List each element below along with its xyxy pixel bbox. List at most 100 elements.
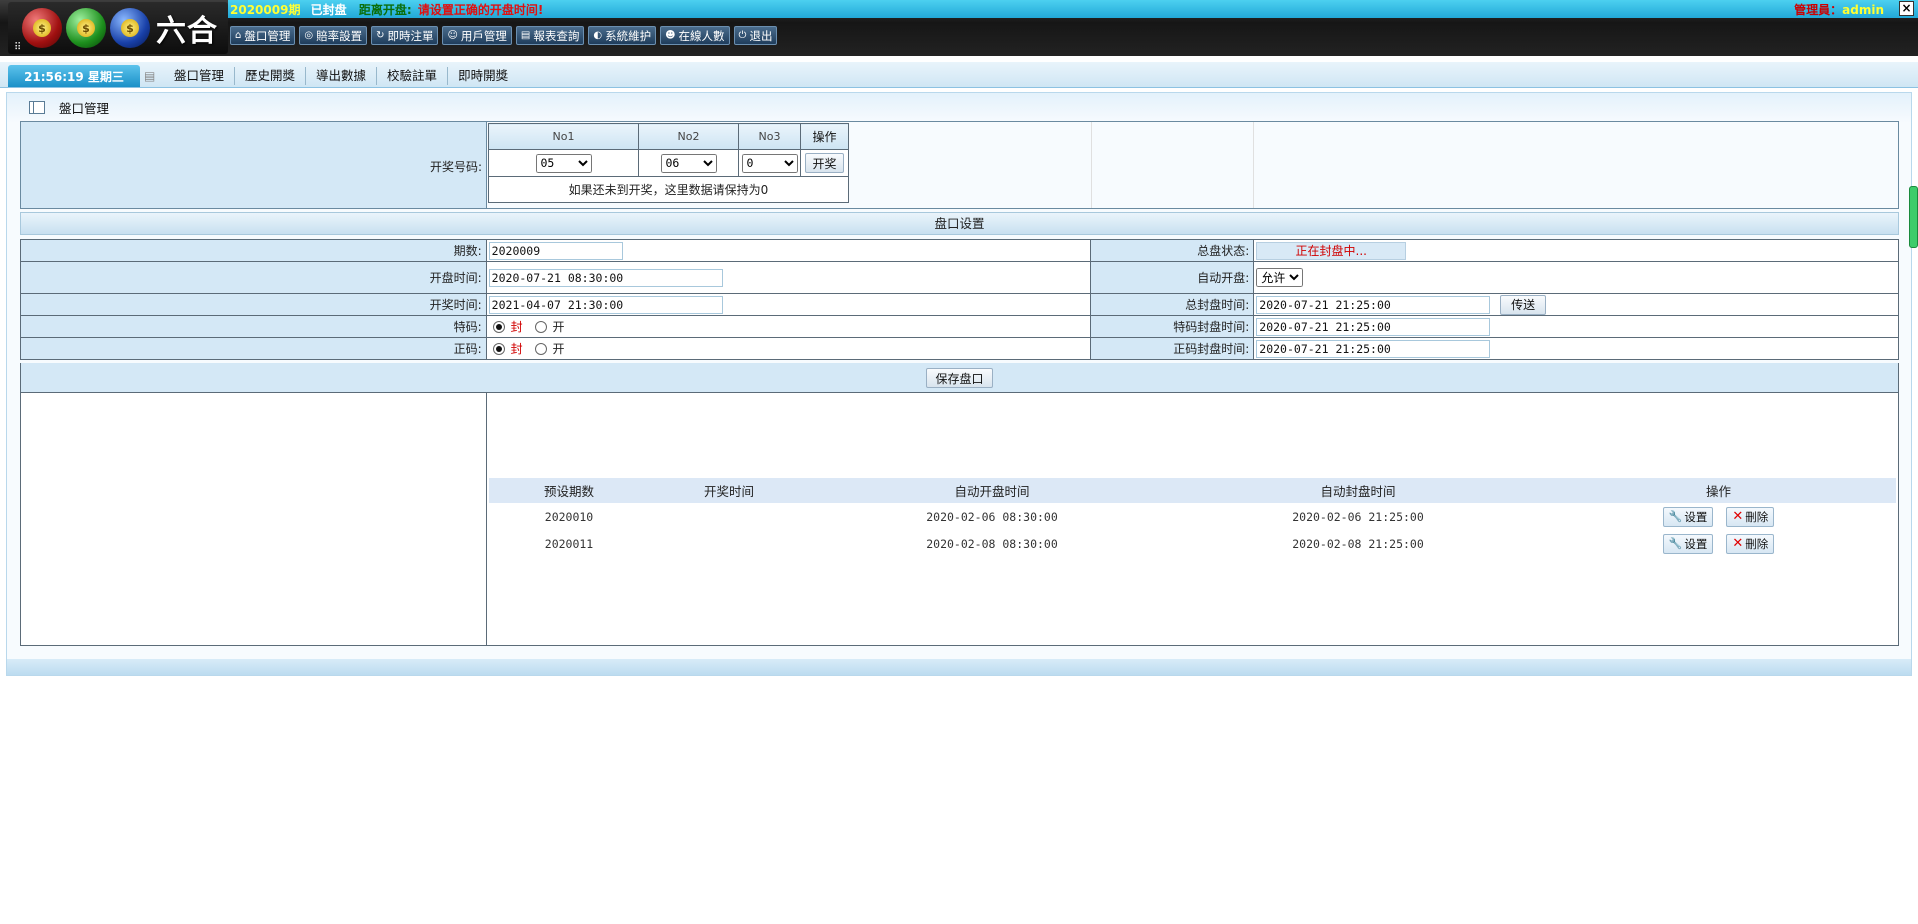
row-period: 2020011 — [544, 536, 594, 551]
clock: 21:56:19 星期三 — [8, 65, 140, 87]
delete-label: 刪除 — [1745, 536, 1769, 551]
no3-cell: 0 — [738, 149, 801, 177]
delete-button[interactable]: ✕ 刪除 — [1726, 533, 1775, 554]
special-closed-label: 封 — [510, 320, 523, 334]
admin-label: 管理員： — [1794, 3, 1843, 17]
no1-select[interactable]: 05 — [535, 153, 592, 173]
page-title: 盤口管理 — [59, 100, 110, 116]
col-preset-period: 预设期数 — [489, 478, 649, 503]
normal-close-cell — [1253, 337, 1899, 360]
panel-footer — [7, 659, 1911, 675]
open-time-input[interactable] — [488, 268, 723, 287]
draw-label-cell: 开奖号码: — [21, 122, 487, 208]
special-close-cell — [1253, 315, 1899, 338]
normal-open-label: 开 — [552, 342, 565, 356]
period-input[interactable] — [488, 241, 623, 260]
col-action: 操作 — [800, 123, 849, 150]
tab-market-management[interactable]: 盤口管理 — [164, 67, 236, 85]
draw-time-cell — [485, 293, 1092, 316]
wrench-icon: 🔧 — [1668, 510, 1683, 523]
row-period: 2020010 — [544, 509, 594, 524]
period-number: 2020009期 — [230, 3, 301, 17]
refresh-icon: ↻ — [376, 30, 385, 41]
online-icon: ☻ — [665, 30, 676, 41]
draw-number-label: 开奖号码: — [429, 160, 482, 174]
table-row: 2020011 2020-02-08 08:30:00 2020-02-08 2… — [489, 530, 1896, 557]
user-icon: ☺ — [447, 30, 458, 41]
no1-cell: 05 — [488, 149, 639, 177]
special-open-label: 开 — [552, 320, 565, 334]
tab-bar: 21:56:19 星期三 ▤ 盤口管理 歷史開獎 導出數據 校驗註單 即時開獎 — [0, 62, 1918, 88]
tab-verify-bets[interactable]: 校驗註單 — [377, 67, 449, 85]
auto-open-cell: 允许 — [1253, 261, 1899, 294]
draw-hint: 如果还未到开奖，这里数据请保持为0 — [488, 176, 849, 203]
normal-open-radio[interactable] — [534, 342, 547, 355]
wrench-icon: 🔧 — [1668, 537, 1683, 550]
nav-button-4[interactable]: ▤ 報表查詢 — [515, 26, 585, 45]
red-ball-icon: $ — [22, 8, 62, 48]
send-button[interactable]: 传送 — [1500, 294, 1547, 315]
green-ball-icon: $ — [66, 8, 106, 48]
col-no2: No2 — [638, 123, 739, 150]
col-draw-time: 开奖时间 — [649, 478, 809, 503]
delete-x-icon: ✕ — [1732, 509, 1744, 524]
special-closed-radio[interactable] — [492, 320, 505, 333]
normal-close-label: 正码封盘时间: — [1090, 337, 1255, 360]
special-open-radio[interactable] — [534, 320, 547, 333]
draw-button[interactable]: 开奖 — [805, 153, 844, 173]
divider — [1091, 122, 1092, 208]
tab-live-draw[interactable]: 即時開獎 — [448, 67, 518, 85]
coin-icon: $ — [121, 19, 139, 37]
dots-icon: ⠿ — [14, 42, 22, 53]
grid-icon: ▤ — [144, 69, 156, 83]
total-close-cell: 传送 — [1253, 293, 1899, 316]
nav-label: 即時注單 — [387, 28, 434, 43]
edit-label: 设置 — [1684, 509, 1708, 524]
nav-button-6[interactable]: ☻ 在線人數 — [660, 26, 730, 45]
edit-button[interactable]: 🔧 设置 — [1662, 533, 1714, 554]
special-close-input[interactable] — [1256, 317, 1491, 336]
coin-icon: $ — [33, 19, 51, 37]
normal-closed-radio[interactable] — [492, 342, 505, 355]
total-status-badge: 正在封盘中... — [1256, 241, 1407, 260]
nav-button-1[interactable]: ◎ 賠率設置 — [299, 26, 368, 45]
delete-button[interactable]: ✕ 刪除 — [1726, 506, 1775, 527]
nav-label: 盤口管理 — [244, 28, 291, 43]
draw-number-section: 开奖号码: — [20, 121, 1899, 209]
save-market-button[interactable]: 保存盘口 — [926, 368, 993, 388]
nav-button-2[interactable]: ↻ 即時注單 — [371, 26, 439, 45]
no2-select[interactable]: 06 — [660, 153, 717, 173]
tab-history-draws[interactable]: 歷史開獎 — [235, 67, 307, 85]
tab-list: ▤ 盤口管理 歷史開獎 導出數據 校驗註單 即時開獎 — [144, 66, 518, 86]
nav-button-3[interactable]: ☺ 用戶管理 — [442, 26, 512, 45]
nav-button-7[interactable]: ⏻ 退出 — [733, 26, 778, 45]
market-status: 已封盘 — [310, 3, 347, 17]
normal-close-input[interactable] — [1256, 339, 1491, 358]
period-cell — [485, 239, 1092, 262]
close-button[interactable]: × — [1899, 1, 1914, 16]
scrollbar-thumb[interactable] — [1909, 186, 1918, 248]
nav-button-5[interactable]: ◐ 系統維护 — [588, 26, 657, 45]
tab-export-data[interactable]: 導出數據 — [306, 67, 378, 85]
row-actions: 🔧 设置 ✕ 刪除 — [1541, 503, 1896, 530]
draw-time-input[interactable] — [488, 295, 723, 314]
home-icon: ⌂ — [235, 30, 242, 41]
logo-text: 六合 — [156, 14, 218, 49]
draw-time-label: 开奖时间: — [20, 293, 487, 316]
no3-select[interactable]: 0 — [741, 153, 798, 173]
auto-open-select[interactable]: 允许 — [1256, 268, 1304, 287]
no2-cell: 06 — [638, 149, 739, 177]
total-status-cell: 正在封盘中... — [1253, 239, 1899, 262]
row-actions: 🔧 设置 ✕ 刪除 — [1541, 530, 1896, 557]
nav-button-0[interactable]: ⌂ 盤口管理 — [230, 26, 296, 45]
edit-button[interactable]: 🔧 设置 — [1662, 506, 1714, 527]
admin-info: 管理員：admin — [1794, 1, 1884, 18]
coin-icon: $ — [77, 19, 95, 37]
countdown-message: 请设置正确的开盘时间! — [417, 3, 544, 17]
total-close-input[interactable] — [1256, 296, 1491, 314]
col-no3: No3 — [738, 123, 801, 150]
logo: $ $ $ 六合 ⠿ — [8, 2, 228, 54]
delete-label: 刪除 — [1745, 509, 1769, 524]
col-no1: No1 — [488, 123, 639, 150]
total-status-label: 总盘状态: — [1090, 239, 1255, 262]
